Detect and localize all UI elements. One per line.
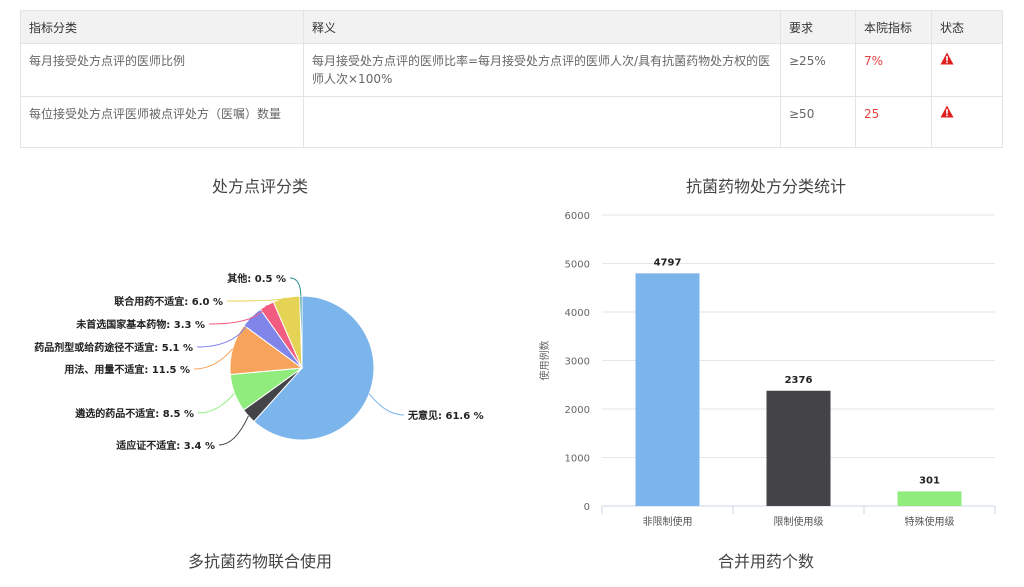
bar-value-label: 301 xyxy=(919,475,940,486)
pie-data-label: 其他: 0.5 % xyxy=(227,272,286,285)
header-requirement: 要求 xyxy=(780,10,856,44)
bar-chart: 0 1000 2000 3000 4000 5000 6000 使用例数 4797 非限制使用 23… xyxy=(538,211,996,528)
pie-label-connector xyxy=(289,277,302,297)
cell-value: 7% xyxy=(855,43,932,97)
bar xyxy=(897,491,962,506)
y-tick-label: 3000 xyxy=(565,357,590,368)
warning-icon xyxy=(940,52,954,65)
pie-data-label: 用法、用量不适宜: 11.5 % xyxy=(63,363,190,376)
pie-data-label: 无意见: 61.6 % xyxy=(407,409,484,422)
cell-definition: 每月接受处方点评的医师比率=每月接受处方点评的医师人次/具有抗菌药物处方权的医师… xyxy=(303,43,781,97)
bar xyxy=(635,273,700,506)
y-tick-label: 2000 xyxy=(565,405,590,416)
cell-status xyxy=(931,96,1003,148)
header-category: 指标分类 xyxy=(20,10,304,44)
pie-chart: 无意见: 61.6 % 适应证不适宜: 3.4 % 遴选的药品不适宜: 8.5 % 用… xyxy=(34,272,484,452)
header-value: 本院指标 xyxy=(855,10,932,44)
x-tick-label: 特殊使用级 xyxy=(905,515,955,528)
pie-data-label: 未首选国家基本药物: 3.3 % xyxy=(75,318,205,331)
y-axis-label: 使用例数 xyxy=(538,341,551,381)
x-tick-label: 限制使用级 xyxy=(774,515,824,528)
y-tick-label: 6000 xyxy=(565,211,590,222)
indicator-table: 指标分类 释义 要求 本院指标 状态 每月接受处方点评的医师比例 每月接受处方点… xyxy=(20,10,1003,148)
pie-label-connector xyxy=(193,348,234,370)
y-tick-label: 5000 xyxy=(565,260,590,271)
cell-category: 每月接受处方点评的医师比例 xyxy=(20,43,304,97)
combo-chart-title: 多抗菌药物联合使用 xyxy=(187,552,332,571)
pie-label-connector xyxy=(197,392,235,414)
y-tick-label: 0 xyxy=(584,502,590,513)
header-status: 状态 xyxy=(931,10,1003,44)
header-definition: 释义 xyxy=(303,10,781,44)
y-tick-label: 4000 xyxy=(565,308,590,319)
bar xyxy=(766,390,831,506)
pie-data-label: 药品剂型或给药途径不适宜: 5.1 % xyxy=(34,341,193,354)
cell-status xyxy=(931,43,1003,97)
table-row: 每位接受处方点评医师被点评处方（医嘱）数量 ≥50 25 xyxy=(20,96,1003,148)
bar-chart-title: 抗菌药物处方分类统计 xyxy=(685,177,846,196)
cell-definition xyxy=(303,96,781,148)
x-tick-label: 非限制使用 xyxy=(643,515,693,528)
cell-value: 25 xyxy=(855,96,932,148)
table-row: 每月接受处方点评的医师比例 每月接受处方点评的医师比率=每月接受处方点评的医师人… xyxy=(20,43,1003,97)
pie-label-connector xyxy=(218,415,249,446)
warning-icon xyxy=(940,105,954,118)
bar-value-label: 2376 xyxy=(785,375,813,386)
pie-data-label: 联合用药不适宜: 6.0 % xyxy=(114,295,223,308)
cell-requirement: ≥25% xyxy=(780,43,856,97)
table-header-row: 指标分类 释义 要求 本院指标 状态 xyxy=(20,10,1003,44)
y-tick-label: 1000 xyxy=(565,454,590,465)
bar-value-label: 4797 xyxy=(654,257,682,268)
pie-data-label: 遴选的药品不适宜: 8.5 % xyxy=(74,407,194,420)
drug-count-chart-title: 合并用药个数 xyxy=(717,552,814,571)
pie-chart-title: 处方点评分类 xyxy=(211,177,308,196)
cell-requirement: ≥50 xyxy=(780,96,856,148)
pie-label-connector xyxy=(368,393,405,416)
cell-category: 每位接受处方点评医师被点评处方（医嘱）数量 xyxy=(20,96,304,148)
pie-data-label: 适应证不适宜: 3.4 % xyxy=(116,439,215,452)
